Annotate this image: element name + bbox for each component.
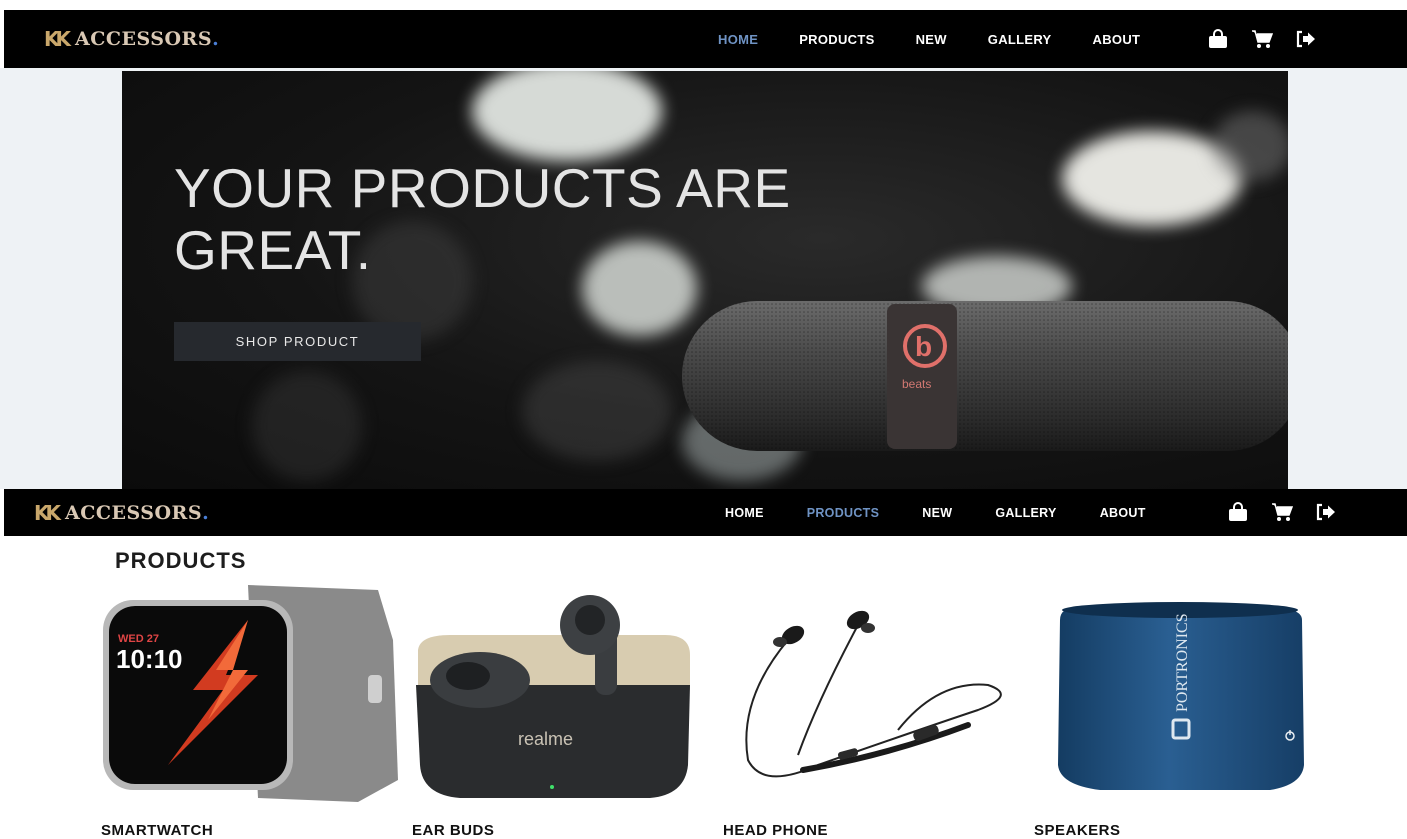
earbuds-image: realme bbox=[416, 595, 690, 798]
bokeh-light bbox=[1212, 111, 1288, 181]
bokeh-light bbox=[472, 71, 662, 161]
hero-banner: YOUR PRODUCTS ARE GREAT. SHOP PRODUCT b bbox=[122, 71, 1288, 489]
brand-dot: . bbox=[212, 28, 220, 50]
main-menu: HOME PRODUCTS NEW GALLERY ABOUT bbox=[718, 32, 1181, 47]
nav-products-link[interactable]: PRODUCTS bbox=[799, 32, 874, 47]
page: KK ACCESSORS. HOME PRODUCTS NEW GALLERY … bbox=[0, 0, 1407, 839]
hero-title-line2: GREAT. bbox=[174, 219, 372, 281]
shop-product-button[interactable]: SHOP PRODUCT bbox=[174, 322, 421, 361]
hero-title-line1: YOUR PRODUCTS ARE bbox=[174, 157, 791, 219]
nav-products-link[interactable]: PRODUCTS bbox=[807, 506, 880, 520]
portronics-speaker-image: PORTRONICS bbox=[1058, 602, 1304, 790]
shopping-bag-icon[interactable] bbox=[1227, 502, 1249, 522]
watch-time-text: 10:10 bbox=[116, 644, 183, 674]
products-navbar: KK ACCESSORS. HOME PRODUCTS NEW GALLERY … bbox=[4, 489, 1407, 536]
logout-icon[interactable] bbox=[1315, 502, 1337, 522]
brand-name: ACCESSORS bbox=[75, 28, 213, 50]
product-card-smartwatch[interactable]: WED 27 10:10 bbox=[98, 580, 398, 810]
cart-icon[interactable] bbox=[1271, 502, 1293, 522]
svg-text:b: b bbox=[915, 331, 932, 362]
bokeh-light bbox=[252, 371, 362, 481]
product-label-smartwatch[interactable]: SMARTWATCH bbox=[101, 822, 213, 839]
speaker-brand-text: PORTRONICS bbox=[1174, 613, 1191, 712]
logout-icon[interactable] bbox=[1295, 29, 1317, 49]
hero-title: YOUR PRODUCTS ARE GREAT. bbox=[174, 157, 994, 281]
product-card-headphone[interactable] bbox=[718, 580, 1018, 810]
nav-about-link[interactable]: ABOUT bbox=[1093, 32, 1141, 47]
main-menu: HOME PRODUCTS NEW GALLERY ABOUT bbox=[725, 506, 1189, 520]
smartwatch-image: WED 27 10:10 bbox=[103, 585, 398, 802]
nav-home-link[interactable]: HOME bbox=[725, 506, 764, 520]
brand-logo[interactable]: KK ACCESSORS. bbox=[34, 501, 209, 525]
nav-new-link[interactable]: NEW bbox=[922, 506, 952, 520]
nav-new-link[interactable]: NEW bbox=[916, 32, 947, 47]
product-card-speakers[interactable]: PORTRONICS bbox=[1040, 580, 1340, 810]
nav-gallery-link[interactable]: GALLERY bbox=[988, 32, 1052, 47]
products-section-title: PRODUCTS bbox=[115, 548, 247, 573]
product-label-earbuds[interactable]: EAR BUDS bbox=[412, 822, 494, 839]
nav-icon-group bbox=[1207, 29, 1339, 49]
logo-mark-icon: KK bbox=[34, 500, 61, 525]
product-card-earbuds[interactable]: realme bbox=[410, 580, 710, 810]
product-label-speakers[interactable]: SPEAKERS bbox=[1034, 822, 1121, 839]
neckband-headphone-image bbox=[745, 610, 1002, 778]
beats-speaker-image: b beats bbox=[682, 301, 1288, 451]
nav-icon-group bbox=[1227, 502, 1359, 522]
brand-dot: . bbox=[202, 501, 210, 524]
logo-mark-icon: KK bbox=[44, 27, 71, 51]
cart-icon[interactable] bbox=[1251, 29, 1273, 49]
earbuds-brand-text: realme bbox=[518, 729, 573, 749]
product-label-headphone[interactable]: HEAD PHONE bbox=[723, 822, 828, 839]
brand-name: ACCESSORS bbox=[65, 501, 203, 524]
bokeh-light bbox=[522, 361, 672, 461]
shopping-bag-icon[interactable] bbox=[1207, 29, 1229, 49]
nav-gallery-link[interactable]: GALLERY bbox=[995, 506, 1056, 520]
speaker-brand-text: beats bbox=[902, 377, 931, 391]
brand-logo[interactable]: KK ACCESSORS. bbox=[44, 27, 219, 51]
top-navbar: KK ACCESSORS. HOME PRODUCTS NEW GALLERY … bbox=[4, 10, 1407, 68]
nav-about-link[interactable]: ABOUT bbox=[1100, 506, 1146, 520]
nav-home-link[interactable]: HOME bbox=[718, 32, 758, 47]
